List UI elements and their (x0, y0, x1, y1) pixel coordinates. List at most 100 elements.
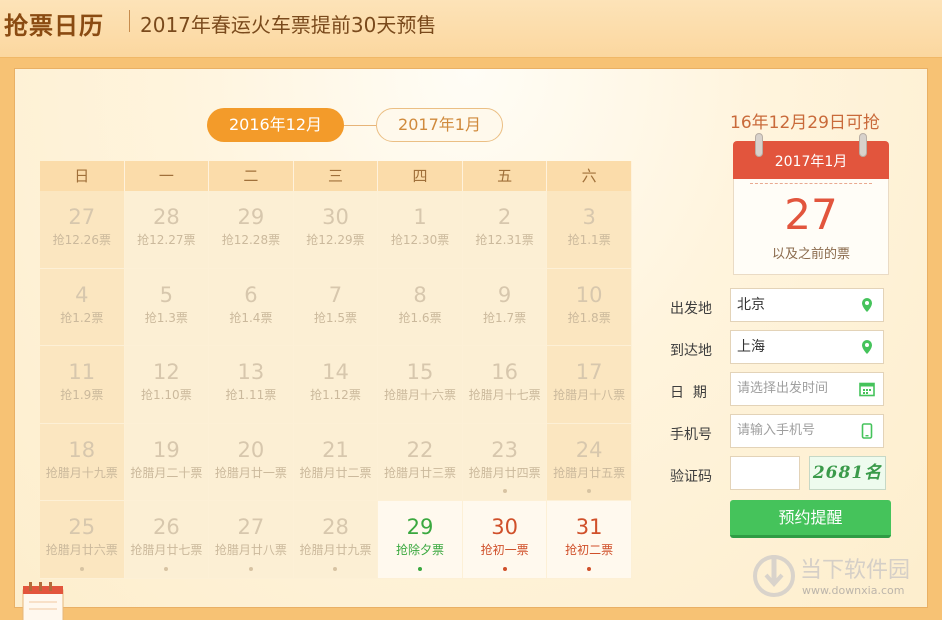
calendar-day-cell[interactable]: 19 抢腊月二十票 (124, 423, 210, 501)
weekday-wed: 三 (294, 161, 379, 191)
day-ticket-label: 抢1.5票 (313, 310, 358, 325)
day-ticket-label: 抢12.31票 (475, 233, 534, 247)
day-number: 7 (328, 282, 343, 307)
calendar-day-cell[interactable]: 11 抢1.9票 (40, 346, 125, 424)
calendar-day-cell[interactable]: 27 抢12.26票 (40, 191, 125, 269)
calendar-day-cell[interactable]: 24 抢腊月廿五票 (547, 423, 632, 501)
title-divider (129, 10, 130, 32)
day-number: 18 (68, 437, 96, 462)
day-number: 29 (237, 205, 265, 229)
to-field[interactable]: 上海 (730, 330, 884, 364)
calendar-day-cell[interactable]: 31 抢初二票 (547, 501, 632, 579)
day-number: 2 (497, 205, 512, 229)
binder-ring-left (755, 133, 763, 157)
captcha-image[interactable]: 2681名 (809, 456, 886, 490)
day-ticket-label: 抢初一票 (480, 543, 529, 557)
calendar-day-cell[interactable]: 13 抢1.11票 (209, 346, 294, 424)
day-marker-dot (79, 566, 84, 571)
calendar-day-cell[interactable]: 12 抢1.10票 (124, 346, 210, 424)
day-number: 16 (491, 360, 518, 384)
captcha-input[interactable] (730, 456, 800, 490)
tab-2017-01[interactable]: 2017年1月 (376, 108, 503, 142)
from-field[interactable]: 北京 (730, 288, 884, 322)
calendar-day-cell[interactable]: 27 抢腊月廿八票 (209, 501, 294, 579)
calendar-icon (859, 382, 875, 397)
calendar-day-cell[interactable]: 15 抢腊月十六票 (378, 346, 463, 424)
calendar-day-cell[interactable]: 26 抢腊月廿七票 (124, 501, 210, 579)
calendar-day-cell[interactable]: 28 抢腊月廿九票 (293, 501, 379, 579)
calendar-grid: 日 一 二 三 四 五 六 27 抢12.26票 28 抢12.27票 29 抢12.28… (40, 161, 632, 579)
day-ticket-label: 抢除夕票 (396, 543, 445, 557)
calendar-day-cell[interactable]: 28 抢12.27票 (124, 191, 210, 269)
calendar-day-cell[interactable]: 9 抢1.7票 (462, 268, 548, 346)
phone-label: 手机号 (670, 427, 712, 443)
day-number: 14 (322, 360, 349, 384)
day-ticket-label: 抢1.6票 (398, 310, 442, 325)
calendar-day-cell[interactable]: 10 抢1.8票 (547, 268, 632, 346)
calendar-day-cell[interactable]: 6 抢1.4票 (209, 268, 294, 346)
day-marker-dot (333, 566, 338, 571)
day-number: 29 (406, 515, 434, 539)
calendar-day-cell[interactable]: 8 抢1.6票 (378, 268, 463, 346)
day-number: 6 (244, 282, 258, 307)
weekday-sun: 日 (40, 161, 125, 191)
day-number: 26 (152, 515, 180, 539)
day-number: 24 (575, 437, 603, 462)
calendar-day-cell[interactable]: 2 抢12.31票 (462, 191, 548, 269)
calendar-day-cell[interactable]: 22 抢腊月廿三票 (378, 423, 463, 501)
day-ticket-label: 抢腊月廿六票 (45, 543, 118, 557)
calendar-day-cell[interactable]: 14 抢1.12票 (293, 346, 379, 424)
desk-calendar-icon (22, 582, 64, 620)
tab-2016-12[interactable]: 2016年12月 (207, 108, 344, 142)
day-ticket-label: 抢腊月廿五票 (553, 465, 626, 480)
date-field[interactable]: 请选择出发时间 (730, 372, 884, 406)
day-marker-dot (502, 489, 507, 493)
calendar-day-cell[interactable]: 30 抢12.29票 (293, 191, 379, 269)
day-ticket-label: 抢12.27票 (137, 233, 196, 247)
calendar-day-cell[interactable]: 25 抢腊月廿六票 (40, 501, 125, 579)
calendar-day-cell[interactable]: 7 抢1.5票 (293, 268, 379, 346)
calendar-day-cell[interactable]: 30 抢初一票 (462, 501, 548, 579)
calendar-day-cell[interactable]: 21 抢腊月廿二票 (293, 423, 379, 501)
calendar-day-cell[interactable]: 4 抢1.2票 (40, 268, 125, 346)
reserve-reminder-button[interactable]: 预约提醒 (730, 500, 891, 538)
day-number: 3 (582, 205, 596, 229)
calendar-day-cell[interactable]: 23 抢腊月廿四票 (462, 423, 548, 501)
calendar-day-cell[interactable]: 16 抢腊月十七票 (462, 346, 548, 424)
day-ticket-label: 抢腊月十八票 (553, 388, 626, 402)
to-label: 到达地 (670, 343, 712, 359)
watermark: 当下软件园 www.downxia.com (752, 550, 910, 604)
calendar-day-cell[interactable]: 5 抢1.3票 (124, 268, 210, 346)
calendar-day-cell[interactable]: 18 抢腊月十九票 (40, 423, 125, 501)
day-number: 23 (491, 437, 518, 462)
day-marker-dot (502, 566, 507, 571)
day-ticket-label: 抢1.12票 (310, 388, 361, 402)
page-title: 2017年春运火车票提前30天预售 (140, 13, 437, 37)
day-ticket-label: 抢腊月廿八票 (214, 543, 287, 557)
date-label: 日 期 (670, 385, 707, 401)
day-number: 13 (237, 360, 265, 384)
day-ticket-label: 抢腊月十九票 (45, 465, 118, 480)
weekday-sat: 六 (547, 161, 632, 191)
phone-field[interactable]: 请输入手机号 (730, 414, 884, 448)
phone-icon (861, 423, 873, 439)
calendar-day-cell[interactable]: 3 抢1.1票 (547, 191, 632, 269)
day-number: 27 (68, 205, 96, 229)
calendar-day-cell[interactable]: 20 抢腊月廿一票 (209, 423, 294, 501)
calendar-day-cell[interactable]: 1 抢12.30票 (378, 191, 463, 269)
watermark-logo-icon (753, 555, 795, 597)
calendar-day-cell[interactable]: 29 抢12.28票 (209, 191, 294, 269)
calendar-day-cell[interactable]: 17 抢腊月十八票 (547, 346, 632, 424)
day-marker-dot (587, 489, 592, 493)
day-number: 28 (152, 205, 180, 229)
day-number: 12 (152, 360, 180, 384)
from-label: 出发地 (670, 301, 712, 317)
day-number: 22 (406, 437, 434, 462)
day-number: 30 (322, 205, 349, 229)
day-number: 21 (322, 437, 349, 462)
ticket-caption: 以及之前的票 (771, 247, 850, 262)
calendar-day-cell[interactable]: 29 抢除夕票 (378, 501, 463, 579)
day-ticket-label: 抢初二票 (565, 543, 614, 557)
day-number: 9 (497, 282, 512, 307)
top-bar: 抢票日历 2017年春运火车票提前30天预售 (0, 0, 942, 58)
